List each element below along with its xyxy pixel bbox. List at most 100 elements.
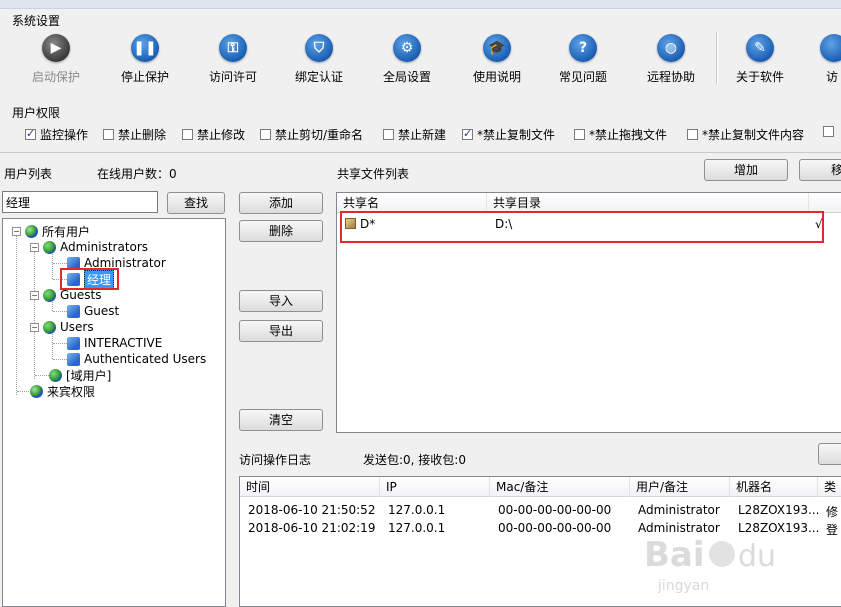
checkbox[interactable]: [687, 129, 698, 140]
tree-node-administrator[interactable]: Administrator: [67, 255, 166, 271]
start-protection-button[interactable]: ▶ 启动保护: [14, 34, 98, 86]
column-header-share-dir[interactable]: 共享目录: [487, 193, 809, 213]
share-remove-button[interactable]: 移: [799, 159, 841, 181]
user-icon: [67, 352, 80, 366]
faq-button[interactable]: ? 常见问题: [541, 34, 625, 86]
user-list-label: 用户列表: [4, 167, 53, 181]
online-users-count: 在线用户数：0: [97, 167, 177, 181]
pen-icon: ✎: [746, 34, 774, 62]
start-protection-label: 启动保护: [31, 70, 80, 84]
share-add-button[interactable]: 增加: [704, 159, 788, 181]
graduation-cap-icon: 🎓: [483, 34, 511, 62]
perm-label: *禁止复制文件: [477, 128, 556, 142]
perm-label: 禁止新建: [398, 128, 447, 142]
tree-node-authenticated-users[interactable]: Authenticated Users: [67, 351, 206, 367]
checkbox[interactable]: [383, 129, 394, 140]
about-button[interactable]: ✎ 关于软件: [718, 34, 802, 86]
perm-label: *禁止拖拽文件: [589, 128, 668, 142]
perm-monitor[interactable]: 监控操作: [25, 126, 88, 143]
export-button[interactable]: 导出: [239, 320, 323, 342]
users-group-icon: [25, 224, 38, 238]
collapse-icon[interactable]: −: [30, 242, 39, 252]
table-row[interactable]: 2018-06-10 21:50:52 127.0.0.1 00-00-00-0…: [240, 503, 841, 521]
import-button[interactable]: 导入: [239, 290, 323, 312]
log-type-cell: 登: [826, 523, 839, 537]
perm-no-cut-rename[interactable]: 禁止剪切/重命名: [260, 126, 363, 143]
column-header-machine[interactable]: 机器名: [730, 477, 818, 497]
perm-no-copy-content[interactable]: *禁止复制文件内容: [687, 126, 804, 143]
usage-guide-button[interactable]: 🎓 使用说明: [455, 34, 539, 86]
global-settings-button[interactable]: ⚙ 全局设置: [365, 34, 449, 86]
checkbox[interactable]: [260, 129, 271, 140]
delete-button[interactable]: 删除: [239, 220, 323, 242]
section-divider: [0, 152, 841, 153]
user-icon: [67, 336, 80, 350]
column-header-ip[interactable]: IP: [380, 477, 490, 497]
partial-toolbar-button[interactable]: 访: [806, 34, 841, 86]
tree-node-interactive[interactable]: INTERACTIVE: [67, 335, 162, 351]
tree-node-manager[interactable]: 经理: [67, 269, 115, 289]
column-header-mac[interactable]: Mac/备注: [490, 477, 630, 497]
tree-node-visitor[interactable]: 来宾权限: [30, 383, 95, 399]
collapse-icon[interactable]: −: [30, 322, 39, 332]
tree-node-label: Administrators: [60, 240, 149, 254]
table-row[interactable]: D* D:\ √: [337, 215, 837, 233]
checkbox[interactable]: [462, 127, 473, 140]
add-button[interactable]: 添加: [239, 192, 323, 214]
log-partial-button[interactable]: [818, 443, 841, 465]
perm-no-delete[interactable]: 禁止删除: [103, 126, 166, 143]
perm-no-drag-file[interactable]: *禁止拖拽文件: [574, 126, 667, 143]
collapse-icon[interactable]: −: [12, 226, 21, 236]
tree-line: [16, 233, 17, 395]
bind-auth-button[interactable]: ⛉ 绑定认证: [277, 34, 361, 86]
about-label: 关于软件: [735, 70, 784, 84]
remote-assist-label: 远程协助: [646, 70, 695, 84]
perm-no-copy-file[interactable]: *禁止复制文件: [462, 126, 555, 143]
access-permit-label: 访问许可: [208, 70, 257, 84]
tree-node-all-users[interactable]: − 所有用户: [12, 223, 90, 239]
access-permit-button[interactable]: ⚿ 访问许可: [191, 34, 275, 86]
stop-protection-button[interactable]: ❚❚ 停止保护: [103, 34, 187, 86]
pause-icon: ❚❚: [131, 34, 159, 62]
checkbox[interactable]: [182, 129, 193, 140]
collapse-icon[interactable]: −: [30, 290, 39, 300]
user-search-input[interactable]: [2, 191, 158, 213]
column-header-time[interactable]: 时间: [240, 477, 380, 497]
clear-button[interactable]: 清空: [239, 409, 323, 431]
column-header-type[interactable]: 类: [818, 477, 841, 497]
user-icon: [67, 304, 80, 318]
checkbox[interactable]: [103, 129, 114, 140]
user-tree[interactable]: − 所有用户 − Administrators Administrator 经理…: [2, 218, 226, 607]
system-settings-label: 系统设置: [12, 14, 61, 28]
column-header-extra[interactable]: [809, 193, 841, 213]
checkbox[interactable]: [574, 129, 585, 140]
share-list-table[interactable]: 共享名 共享目录 D* D:\ √: [336, 192, 841, 433]
tree-node-users[interactable]: − Users: [30, 319, 94, 335]
tree-node-guest[interactable]: Guest: [67, 303, 119, 319]
perm-no-create[interactable]: 禁止新建: [383, 126, 446, 143]
partial-toolbar-label: 访: [826, 70, 839, 84]
tree-node-administrators[interactable]: − Administrators: [30, 239, 148, 255]
column-header-user[interactable]: 用户/备注: [630, 477, 730, 497]
tree-node-guests[interactable]: − Guests: [30, 287, 102, 303]
tree-node-label: 所有用户: [42, 224, 91, 239]
tree-line: [53, 311, 67, 312]
log-type-cell: 修: [826, 505, 839, 519]
column-header-share-name[interactable]: 共享名: [337, 193, 487, 213]
checkbox[interactable]: [823, 126, 834, 137]
tree-node-domain-users[interactable]: [域用户]: [49, 367, 111, 383]
log-time-cell: 2018-06-10 21:50:52: [248, 503, 376, 517]
perm-partial[interactable]: [823, 126, 838, 137]
tree-line: [17, 391, 31, 392]
remote-assist-button[interactable]: ◍ 远程协助: [629, 34, 713, 86]
tree-node-label: Authenticated Users: [84, 352, 207, 366]
search-button[interactable]: 查找: [167, 192, 225, 214]
perm-no-modify[interactable]: 禁止修改: [182, 126, 245, 143]
tree-node-label: Users: [60, 320, 94, 334]
tree-node-label: Administrator: [84, 256, 166, 270]
tree-node-label: Guests: [60, 288, 102, 302]
tree-node-label-selected: 经理: [84, 269, 115, 289]
tree-node-label: [域用户]: [66, 368, 112, 383]
stop-protection-label: 停止保护: [120, 70, 169, 84]
checkbox[interactable]: [25, 127, 36, 140]
